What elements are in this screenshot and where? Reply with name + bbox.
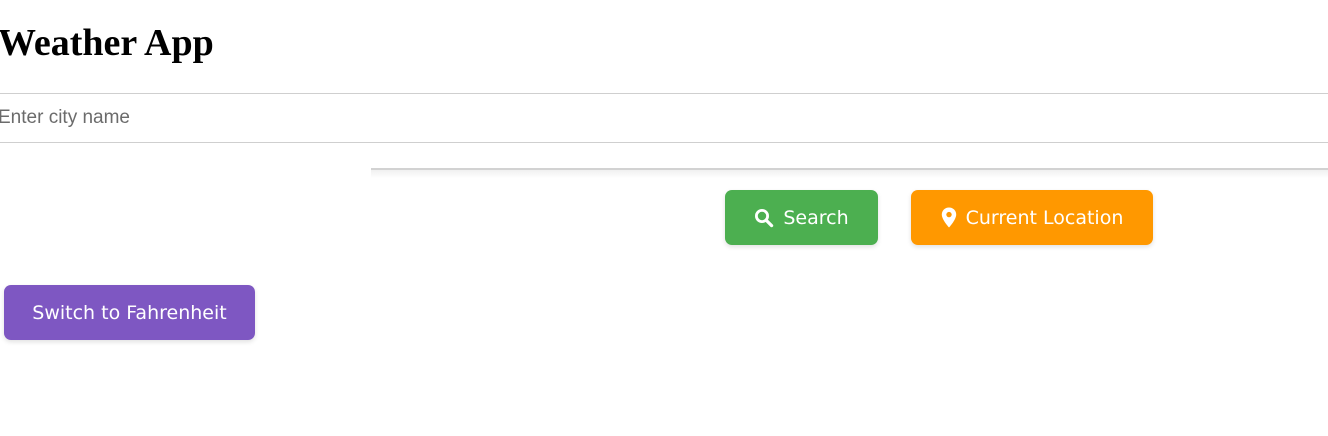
divider-shadow [371, 170, 1328, 178]
switch-unit-button-label: Switch to Fahrenheit [32, 301, 227, 324]
map-pin-icon [941, 207, 957, 228]
page-title: Weather App [0, 22, 214, 64]
current-location-button[interactable]: Current Location [911, 190, 1153, 245]
current-location-button-label: Current Location [965, 206, 1124, 229]
search-button[interactable]: Search [725, 190, 878, 245]
switch-unit-button[interactable]: Switch to Fahrenheit [4, 285, 255, 340]
search-button-label: Search [783, 206, 849, 229]
city-search-input[interactable] [0, 93, 1328, 143]
search-icon [754, 208, 774, 228]
